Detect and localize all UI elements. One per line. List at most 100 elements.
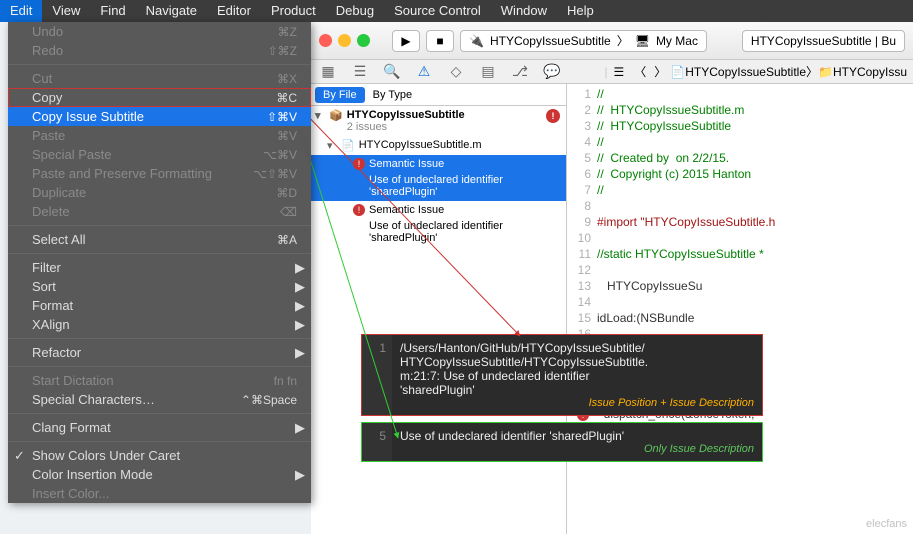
menu-source-control[interactable]: Source Control: [384, 0, 491, 22]
file-icon: 📄: [670, 65, 685, 79]
menu-item-show-colors-under-caret[interactable]: ✓ Show Colors Under Caret: [8, 446, 311, 465]
copy-subtitle-output-callout: 5 Use of undeclared identifier 'sharedPl…: [362, 423, 762, 461]
menu-navigate[interactable]: Navigate: [136, 0, 207, 22]
jump-crumb-1[interactable]: HTYCopyIssu: [833, 65, 907, 79]
menu-item-label: Undo: [32, 24, 63, 39]
menu-item-label: Paste: [32, 128, 65, 143]
menu-editor[interactable]: Editor: [207, 0, 261, 22]
disclosure-triangle-icon[interactable]: ▾: [327, 139, 333, 152]
code-line: [597, 262, 913, 278]
find-nav-icon[interactable]: 🔍: [381, 63, 403, 80]
menu-help[interactable]: Help: [557, 0, 604, 22]
debug-nav-icon[interactable]: ▤: [477, 63, 499, 80]
menu-find[interactable]: Find: [90, 0, 135, 22]
by-type-tab[interactable]: By Type: [365, 87, 421, 103]
line-number: 14: [567, 294, 591, 310]
issue-row[interactable]: !Semantic Issue Use of undeclared identi…: [311, 201, 566, 247]
menu-shortcut: ⌃⌘Space: [241, 393, 297, 407]
stop-button[interactable]: ■: [426, 30, 454, 52]
callout-label: Only Issue Description: [400, 443, 754, 455]
menu-item-special-characters-[interactable]: Special Characters… ⌃⌘Space: [8, 390, 311, 409]
menu-item-copy-issue-subtitle[interactable]: Copy Issue Subtitle⇧⌘V: [8, 107, 311, 126]
copy-output-callout: 1 /Users/Hanton/GitHub/HTYCopyIssueSubti…: [362, 335, 762, 415]
code-line: // Copyright (c) 2015 Hanton: [597, 166, 913, 182]
issue-row[interactable]: !Semantic Issue Use of undeclared identi…: [311, 155, 566, 201]
menu-item-insert-color-: Insert Color...: [8, 484, 311, 503]
edit-dropdown: Undo⌘ZRedo⇧⌘ZCut⌘XCopy⌘CCopy Issue Subti…: [8, 22, 311, 503]
code-line: [597, 230, 913, 246]
checkmark-icon: ✓: [14, 448, 25, 464]
activity-text: HTYCopyIssueSubtitle | Bu: [751, 34, 896, 48]
scheme-target-label: HTYCopyIssueSubtitle: [490, 34, 611, 48]
menu-item-refactor[interactable]: Refactor▶: [8, 343, 311, 362]
line-number: 8: [567, 198, 591, 214]
menu-item-color-insertion-mode[interactable]: Color Insertion Mode ▶: [8, 465, 311, 484]
menu-item-label: Special Characters…: [32, 392, 155, 407]
menu-item-xalign[interactable]: XAlign▶: [8, 315, 311, 334]
code-line: //: [597, 134, 913, 150]
issue-description: Use of undeclared identifier 'sharedPlug…: [353, 220, 560, 244]
line-number: 5: [567, 150, 591, 166]
menu-debug[interactable]: Debug: [326, 0, 384, 22]
submenu-arrow-icon: ▶: [295, 298, 305, 314]
code-line: // HTYCopyIssueSubtitle.m: [597, 102, 913, 118]
report-nav-icon[interactable]: 💬: [541, 63, 563, 80]
disclosure-triangle-icon[interactable]: ▾: [315, 109, 321, 122]
window-minimize-button[interactable]: [338, 34, 351, 47]
activity-viewer: HTYCopyIssueSubtitle | Bu: [742, 30, 905, 52]
error-icon: !: [353, 204, 365, 216]
menu-item-label: Select All: [32, 232, 85, 247]
file-name: HTYCopyIssueSubtitle.m: [359, 139, 482, 151]
menu-shortcut: ⌥⇧⌘V: [253, 167, 297, 181]
symbol-nav-icon[interactable]: ☰: [349, 63, 371, 80]
submenu-arrow-icon: ▶: [295, 279, 305, 295]
issue-file-row[interactable]: ▾ 📄 HTYCopyIssueSubtitle.m: [311, 136, 566, 155]
line-gutter: 1234567891011121314151617181920!2122: [567, 84, 597, 534]
code-editor[interactable]: 1234567891011121314151617181920!2122 ///…: [567, 84, 913, 534]
issue-nav-icon[interactable]: ⚠: [413, 63, 435, 80]
menu-item-duplicate: Duplicate⌘D: [8, 183, 311, 202]
menu-item-label: Show Colors Under Caret: [32, 448, 180, 463]
line-number: 1: [567, 86, 591, 102]
menu-edit[interactable]: Edit: [0, 0, 42, 22]
menu-item-format[interactable]: Format▶: [8, 296, 311, 315]
menu-shortcut: fn fn: [274, 374, 297, 388]
window-close-button[interactable]: [319, 34, 332, 47]
window-zoom-button[interactable]: [357, 34, 370, 47]
related-items-icon[interactable]: ☰: [608, 65, 631, 79]
issue-project-row[interactable]: ▾ 📦 HTYCopyIssueSubtitle 2 issues !: [311, 106, 566, 136]
forward-button[interactable]: 〉: [650, 63, 670, 80]
code-line: //: [597, 86, 913, 102]
line-number: 13: [567, 278, 591, 294]
submenu-arrow-icon: ▶: [295, 467, 305, 483]
test-nav-icon[interactable]: ◇: [445, 63, 467, 80]
menu-item-clang-format[interactable]: Clang Format▶: [8, 418, 311, 437]
code-body[interactable]: //// HTYCopyIssueSubtitle.m// HTYCopyIss…: [597, 84, 913, 534]
breakpoint-nav-icon[interactable]: ⎇: [509, 63, 531, 80]
line-number: 15: [567, 310, 591, 326]
menu-item-label: Color Insertion Mode: [32, 467, 153, 482]
jump-crumb-0[interactable]: HTYCopyIssueSubtitle: [685, 65, 806, 79]
menu-window[interactable]: Window: [491, 0, 557, 22]
menu-item-redo: Redo ⇧⌘Z: [8, 41, 311, 60]
menu-item-filter[interactable]: Filter▶: [8, 258, 311, 277]
by-file-tab[interactable]: By File: [315, 87, 365, 103]
scheme-selector[interactable]: 🔌 HTYCopyIssueSubtitle 〉 🖥 My Mac: [460, 30, 707, 52]
menu-item-cut: Cut⌘X: [8, 69, 311, 88]
menu-shortcut: ⌥⌘V: [263, 148, 297, 162]
code-line: idLoad:(NSBundle: [597, 310, 913, 326]
back-button[interactable]: 〈: [630, 63, 650, 80]
menu-item-label: Redo: [32, 43, 63, 58]
run-button[interactable]: ▶: [392, 30, 420, 52]
menu-item-copy[interactable]: Copy⌘C: [8, 88, 311, 107]
menu-shortcut: ⇧⌘Z: [268, 44, 297, 58]
menu-view[interactable]: View: [42, 0, 90, 22]
callout-line-number: 1: [362, 335, 392, 415]
menubar: Edit View Find Navigate Editor Product D…: [0, 0, 913, 22]
menu-item-label: Filter: [32, 260, 61, 275]
menu-item-select-all[interactable]: Select All⌘A: [8, 230, 311, 249]
menu-item-sort[interactable]: Sort▶: [8, 277, 311, 296]
project-nav-icon[interactable]: ▦: [317, 63, 339, 80]
line-number: 10: [567, 230, 591, 246]
menu-product[interactable]: Product: [261, 0, 326, 22]
